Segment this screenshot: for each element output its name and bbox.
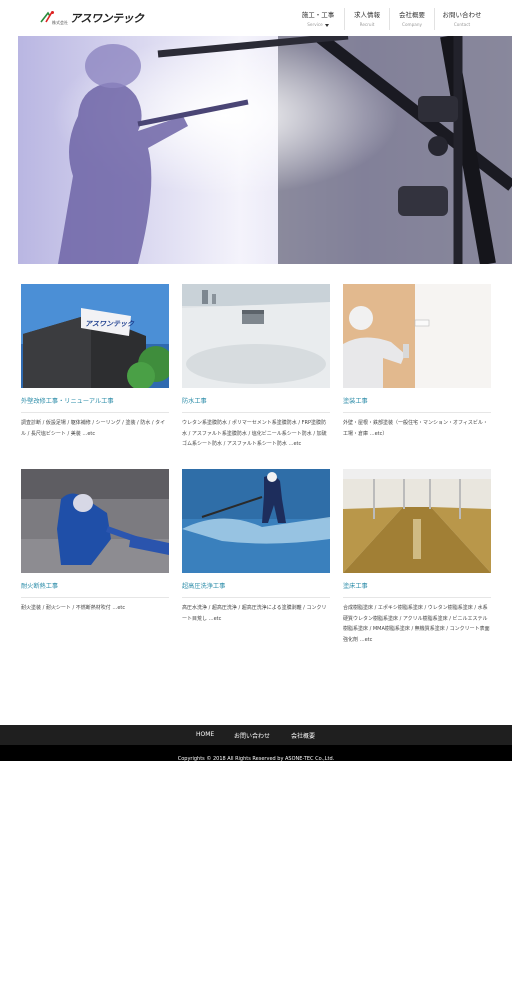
service-card-high-pressure-cleaning[interactable]: 超高圧洗浄工事 高圧水洗浄 / 超高圧洗浄 / 超高圧洗浄による塗膜剥離 / コ… [182,469,330,624]
nav-divider [344,8,345,30]
card-divider [182,412,330,413]
footer-link-company[interactable]: 会社概要 [291,731,315,740]
nav-service-label: 施工・工事 [301,11,335,19]
nav-recruit-sub: Recruit [359,22,375,27]
logo-company-type: 株式会社 [52,20,68,25]
waterproofing-image [182,284,330,388]
service-title[interactable]: 塗床工事 [343,581,491,591]
nav-company[interactable]: 会社概要 Company [393,0,431,34]
nav-contact-sub: Contact [453,22,471,27]
copyright-text: Copyrights © 2018 All Rights Reserved by… [177,756,335,762]
nav-recruit-label: 求人情報 [354,11,380,19]
service-card-exterior-renewal[interactable]: アスワンテック 外壁改修工事・リニューアル工事 調査診断 / 仮設足場 / 躯体… [21,284,169,439]
service-description: 高圧水洗浄 / 超高圧洗浄 / 超高圧洗浄による塗膜剥離 / コンクリート目荒し… [182,605,327,622]
fireproof-insulation-image [21,469,169,573]
building-banner-text: アスワンテック [85,320,135,328]
exterior-renewal-image: アスワンテック [21,284,169,388]
painting-image [343,284,491,388]
logo[interactable]: 株式会社 アスワンテック [40,7,144,27]
service-title[interactable]: 耐火断熱工事 [21,581,169,591]
service-description: 調査診断 / 仮設足場 / 躯体補修 / シーリング / 塗装 / 防水 / タ… [21,420,166,437]
nav-divider [389,8,390,30]
footer-link-home[interactable]: HOME [196,731,214,738]
footer-link-contact[interactable]: お問い合わせ [234,731,270,740]
nav-recruit[interactable]: 求人情報 Recruit [348,0,386,34]
card-divider [21,412,169,413]
card-divider [343,412,491,413]
service-description: 外壁・屋根・鉄部塗装（一般住宅・マンション・オフィスビル・工場・倉庫 …etc） [343,420,488,437]
nav-service-sub: Service [307,22,323,27]
service-card-floor-coating[interactable]: 塗床工事 合成樹脂塗床 / エポキシ樹脂系塗床 / ウレタン樹脂系塗床 / 水系… [343,469,491,645]
floor-coating-image [343,469,491,573]
service-card-painting[interactable]: 塗装工事 外壁・屋根・鉄部塗装（一般住宅・マンション・オフィスビル・工場・倉庫 … [343,284,491,439]
service-description: 耐火塗装 / 耐火シート / 不燃断熱材吹付 …etc [21,605,126,611]
hero-image [18,36,512,264]
high-pressure-cleaning-image [182,469,330,573]
nav-company-sub: Company [402,22,422,27]
service-description: 合成樹脂塗床 / エポキシ樹脂系塗床 / ウレタン樹脂系塗床 / 水系硬質ウレタ… [343,605,490,643]
service-title[interactable]: 防水工事 [182,396,330,406]
service-card-waterproofing[interactable]: 防水工事 ウレタン系塗膜防水 / ポリマーセメント系塗膜防水 / FRP塗膜防水… [182,284,330,450]
service-card-fireproof-insulation[interactable]: 耐火断熱工事 耐火塗装 / 耐火シート / 不燃断熱材吹付 …etc [21,469,169,614]
service-description: ウレタン系塗膜防水 / ポリマーセメント系塗膜防水 / FRP塗膜防水 / アス… [182,420,327,447]
nav-divider [434,8,435,30]
logo-text: アスワンテック [70,12,144,25]
service-title[interactable]: 超高圧洗浄工事 [182,581,330,591]
service-title[interactable]: 塗装工事 [343,396,491,406]
card-divider [343,597,491,598]
card-divider [21,597,169,598]
nav-service[interactable]: 施工・工事 Service [296,0,340,34]
footer-copyright-bar: Copyrights © 2018 All Rights Reserved by… [0,745,512,762]
card-divider [182,597,330,598]
nav-company-label: 会社概要 [399,11,425,19]
dropdown-caret-icon [324,23,329,27]
nav-contact-label: お問い合わせ [442,11,482,19]
service-title[interactable]: 外壁改修工事・リニューアル工事 [21,396,169,406]
nav-contact[interactable]: お問い合わせ Contact [438,0,486,34]
footer-nav: HOME お問い合わせ 会社概要 [0,725,512,745]
site-header: 株式会社 アスワンテック 施工・工事 Service 求人情報 Recruit … [0,0,512,36]
